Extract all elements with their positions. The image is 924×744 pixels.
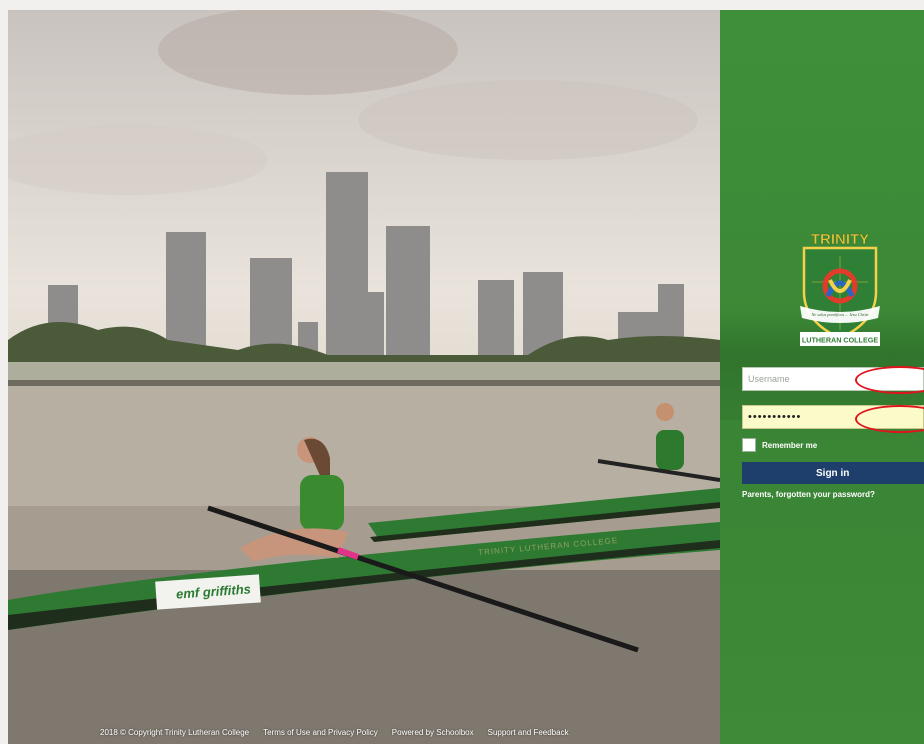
remember-me-label: Remember me [762, 441, 818, 450]
powered-by-link[interactable]: Powered by Schoolbox [392, 728, 474, 740]
school-crest-icon: TRINITY Ne solus pontificus ... Iesu Chr… [800, 231, 880, 346]
remember-me-checkbox[interactable] [742, 438, 756, 452]
hero-photo: emf griffiths TRINITY LUTHERAN COLLEGE [8, 10, 720, 744]
crest-subtitle: LUTHERAN COLLEGE [802, 336, 878, 345]
forgot-password-link[interactable]: Parents, forgotten your password? [742, 490, 875, 499]
crest-motto: Ne solus pontificus ... Iesu Christ [810, 312, 869, 317]
username-input[interactable] [742, 367, 924, 391]
footer-links: 2018 © Copyright Trinity Lutheran Colleg… [100, 728, 569, 740]
copyright-text: 2018 © Copyright Trinity Lutheran Colleg… [100, 728, 250, 737]
password-input[interactable] [742, 405, 924, 429]
sign-in-button[interactable]: Sign in [742, 462, 924, 484]
support-link[interactable]: Support and Feedback [488, 728, 569, 740]
rowing-scene [8, 10, 720, 744]
crest-title: TRINITY [811, 231, 869, 248]
login-panel: TRINITY Ne solus pontificus ... Iesu Chr… [720, 10, 924, 744]
terms-link[interactable]: Terms of Use and Privacy Policy [263, 728, 378, 740]
